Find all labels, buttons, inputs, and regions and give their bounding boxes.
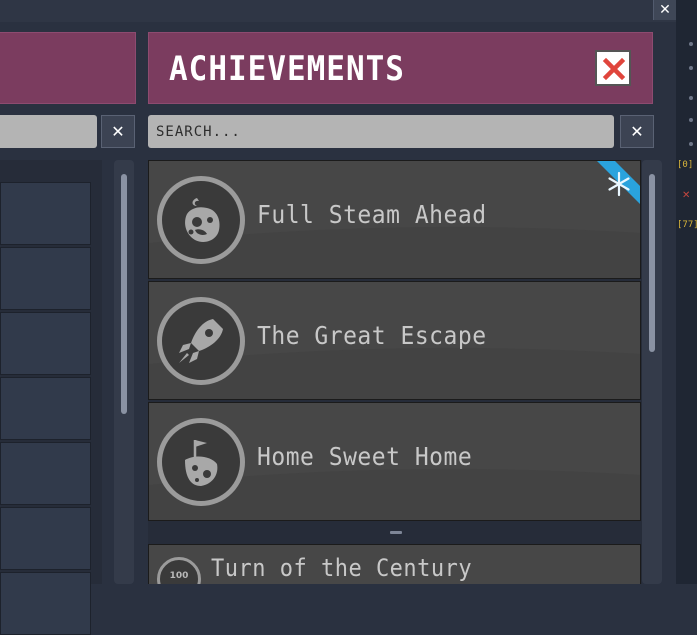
background-world-edge: [0] ✕ [77] [676,0,697,584]
achievement-list: Full Steam Ahead The Great Escape Home S… [148,160,642,584]
list-item[interactable] [0,182,91,245]
background-red-glyph: ✕ [682,190,691,201]
left-list [0,160,102,635]
background-glyph: [77] [677,220,697,230]
achievement-scrollbar[interactable] [642,160,662,584]
achievement-name: Turn of the Century [211,555,473,583]
left-scrollbar[interactable] [114,160,134,584]
list-item[interactable] [0,377,91,440]
achievements-panel: ACHIEVEMENTS ✕ F [140,22,676,584]
panel-title: ACHIEVEMENTS [169,49,405,89]
drag-handle[interactable] [390,531,402,534]
achievement-badge [157,418,245,506]
achievement-name: Home Sweet Home [257,443,473,472]
list-item[interactable] [0,572,91,635]
left-scrollbar-thumb[interactable] [121,174,127,414]
list-item[interactable] [0,312,91,375]
list-item[interactable] [0,247,91,310]
indicator-dot [689,66,693,70]
close-x-icon [602,57,626,81]
background-glyph: [0] [677,160,694,170]
achievements-header: ACHIEVEMENTS [148,32,653,104]
achievement-badge [157,176,245,264]
flag-planet-icon [185,440,218,486]
snowflake-icon [597,161,640,204]
list-item[interactable] [0,507,91,570]
left-search-input[interactable] [0,115,97,148]
list-item[interactable] [0,442,91,505]
achievement-item[interactable]: Home Sweet Home [148,402,641,521]
achievement-item[interactable]: 100 Turn of the Century [148,544,641,584]
rocket-icon [179,319,223,363]
achievement-item[interactable]: Full Steam Ahead [148,160,641,279]
indicator-dot [689,96,693,100]
left-panel-header [0,32,136,104]
indicator-dot [689,118,693,122]
indicator-dot [689,42,693,46]
achievement-badge [157,297,245,385]
close-button[interactable] [595,50,631,86]
achievement-badge: 100 [157,557,201,584]
achievement-name: The Great Escape [257,322,487,351]
indicator-dot [689,142,693,146]
achievement-item[interactable]: The Great Escape [148,281,641,400]
left-panel: ✕ [0,22,140,635]
search-input[interactable] [148,115,614,148]
scrollbar-thumb[interactable] [649,174,655,352]
achievement-name: Full Steam Ahead [257,201,487,230]
asteroid-icon [185,198,220,242]
window-close-button[interactable]: ✕ [653,0,676,20]
left-search-clear-button[interactable]: ✕ [101,115,135,148]
top-bar [0,0,697,23]
cycle-100-icon: 100 [169,571,189,581]
search-clear-button[interactable]: ✕ [620,115,654,148]
